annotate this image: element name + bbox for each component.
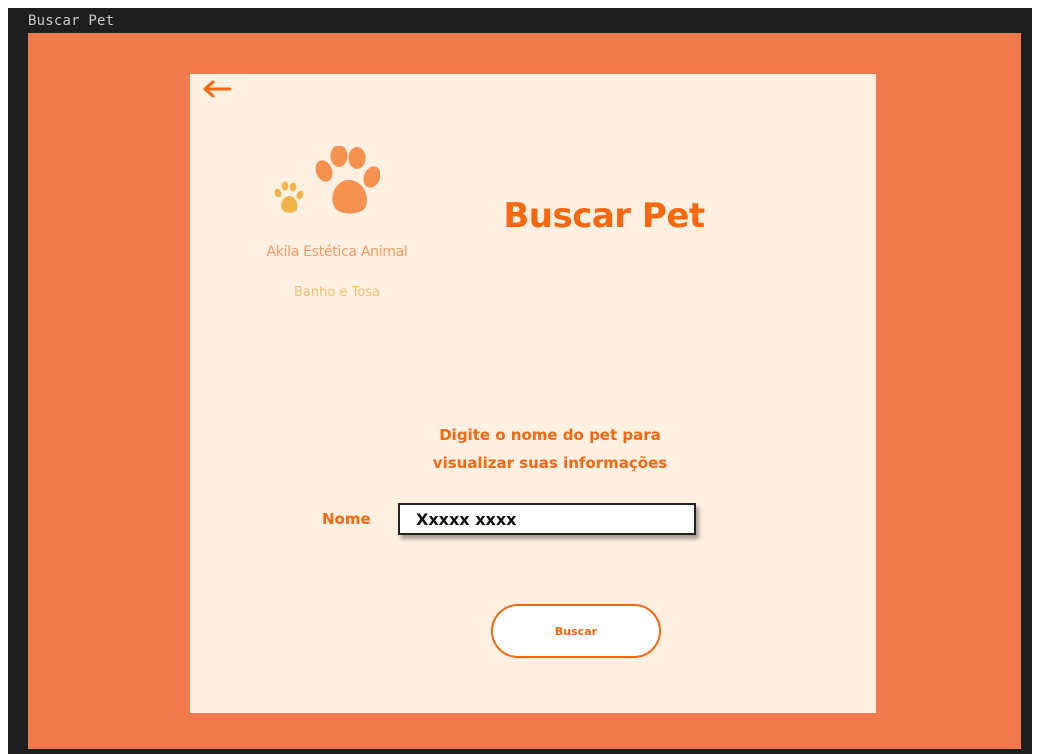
page-title: Buscar Pet: [503, 196, 705, 236]
name-label: Nome: [322, 510, 371, 528]
paw-print-icon: [274, 146, 380, 214]
back-arrow-icon[interactable]: [200, 79, 234, 99]
content-card: Akila Estética Animal Banho e Tosa Busca…: [190, 74, 876, 713]
pet-name-input[interactable]: [398, 503, 696, 535]
page-background: Akila Estética Animal Banho e Tosa Busca…: [28, 33, 1021, 749]
instruction-line-2: visualizar suas informações: [432, 454, 668, 472]
brand-name: Akila Estética Animal: [266, 244, 408, 260]
instruction-text: Digite o nome do pet para visualizar sua…: [370, 421, 730, 477]
brand-tagline: Banho e Tosa: [293, 285, 380, 300]
instruction-line-1: Digite o nome do pet para: [439, 426, 661, 444]
window-title: Buscar Pet: [28, 13, 115, 29]
search-button[interactable]: Buscar: [491, 604, 661, 658]
